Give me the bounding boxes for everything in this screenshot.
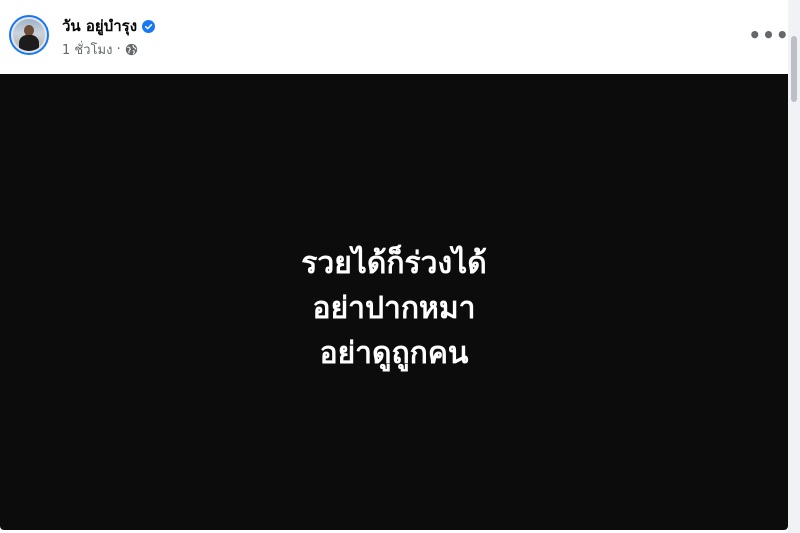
image-quote: รวยได้ก็ร่วงได้ อย่าปากหมา อย่าดูถูกคน [301,241,486,376]
globe-icon[interactable] [125,43,138,56]
scrollbar-thumb[interactable] [791,36,797,102]
post-header: วัน อยู่บำรุง 1 ชั่วโมง · ••• [0,0,790,74]
scrollbar[interactable] [788,0,800,533]
post-meta: 1 ชั่วโมง · [62,40,138,58]
more-horizontal-icon: ••• [748,23,790,47]
verified-badge-icon [142,19,156,33]
avatar[interactable] [9,15,49,55]
quote-line-3: อย่าดูถูกคน [319,335,469,371]
quote-line-2: อย่าปากหมา [312,290,476,326]
quote-line-1: รวยได้ก็ร่วงได้ [301,245,487,281]
timestamp-link[interactable]: 1 ชั่วโมง [62,39,112,60]
more-options-button[interactable]: ••• [748,21,790,49]
facebook-post: วัน อยู่บำรุง 1 ชั่วโมง · ••• รวยได้ก็ร่… [0,0,800,533]
avatar-photo [13,19,45,51]
author-row: วัน อยู่บำรุง [62,14,156,38]
avatar-body [19,35,39,51]
post-image[interactable]: รวยได้ก็ร่วงได้ อย่าปากหมา อย่าดูถูกคน [0,74,788,530]
author-name[interactable]: วัน อยู่บำรุง [62,14,137,38]
meta-separator: · [116,41,121,57]
